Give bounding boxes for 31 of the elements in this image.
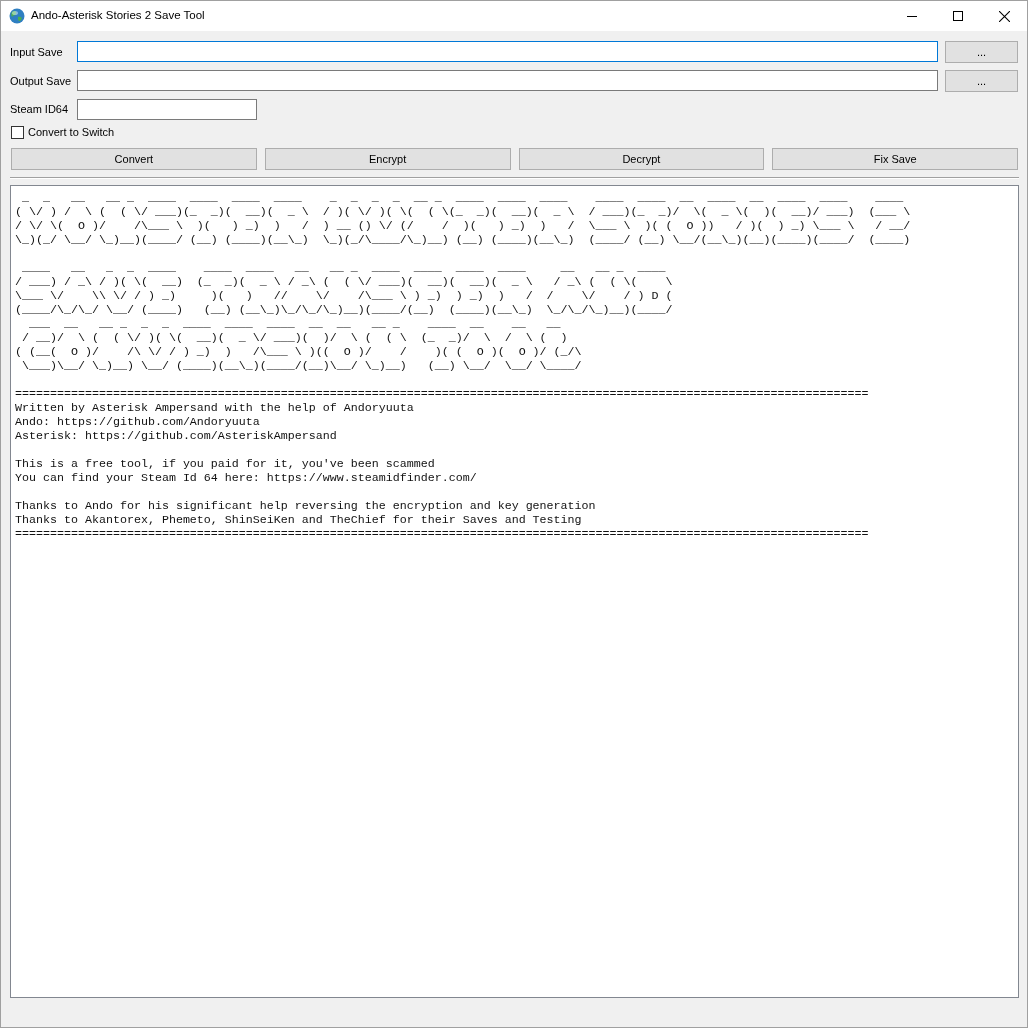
log-line: This is a free tool, if you paid for it, you've been scammed bbox=[15, 457, 435, 471]
log-line: Thanks to Akantorex, Phemeto, ShinSeiKen and TheChief for their Saves and Testing bbox=[15, 513, 582, 527]
minimize-icon bbox=[907, 15, 917, 17]
checkbox[interactable] bbox=[11, 126, 24, 139]
action-button[interactable]: Fix Save bbox=[772, 148, 1018, 170]
action-button[interactable]: Encrypt bbox=[264, 148, 511, 170]
log-line: Asterisk: https://github.com/AsteriskAmpersand bbox=[15, 429, 337, 443]
log-line: Written by Asterisk Ampersand with the help of Andoryuuta bbox=[15, 401, 414, 415]
close-icon bbox=[998, 10, 1010, 22]
window-title: Ando-Asterisk Stories 2 Save Tool bbox=[31, 8, 205, 24]
input-field[interactable] bbox=[77, 70, 938, 91]
action-button[interactable]: Decrypt bbox=[518, 148, 765, 170]
log-line: Ando: https://github.com/Andoryuuta bbox=[15, 415, 260, 429]
divider-text: ========================================================================================================================== bbox=[15, 387, 869, 401]
ascii-art-title: ____ __ _ _ ____ ____ ____ __ __ _ ____ ____ ____ ____ __ __ _ ____ / ___) / _\ / )( \( __) (_ _)( _ \ / _\ ( ( \/ ___)( __)( __)( _ \ / _\ ( ( \( \ \___ \/ \\ \/ / ) _) )( ) // \/ /\___ \ ) _) ) _) ) / / \/ / ) D ( (____/\_/\_/ \__/ (____) (__) (__\_)\_/\_/\_)__)(____/(__) (____)(__\_) \_/\_/\_)__)(____/ ___ __ __ _ _ _ ____ ____ ____ __ __ __ _ ____ __ __ __ / __)/ \ ( ( \/ )( \( __)( _ \/ ___)( )/ \ ( ( \ (_ _)/ \ / \ ( ) ( (__( O )/ /\ \/ / ) _) ) /\___ \ )(( O )/ / )( ( O )( O )/ (_/\ \___)\__/ \_)__) \__/ (____)(__\_)(____/(__)\__/ \_)__) (__) \__/ \__/ \____/ bbox=[15, 261, 673, 373]
ascii-art-title: _ _ __ __ _ ____ ____ ____ ____ _ _ _ _ __ _ ____ ____ ____ ____ ____ __ ____ __ ____ ____ ____ ( \/ ) / \ ( ( \/ ___)(_ _)( __)( _ \ / )( \/ )( \( ( \(_ _)( __)( _ \ / ___)(_ _)/ \( _ \( )( __)/ ___) (___ \ / \/ \( O )/ /\___ \ )( ) _) ) / ) __ () \/ (/ / )( ) _) ) / \___ \ )( ( O )) / )( ) _) \___ \ / __/ \_)(_/ \__/ \_)__)(____/ (__) (____)(__\_) \_)(_/\____/\_)__) (__) (____)(__\_) (____/ (__) \__/(__\_)(__)(____)(____/ (____) bbox=[15, 191, 911, 247]
log-line: You can find your Steam Id 64 here: https://www.steamidfinder.com/ bbox=[15, 471, 477, 485]
divider-text: ========================================================================================================================== bbox=[15, 527, 869, 541]
log-line: Thanks to Ando for his significant help reversing the encryption and key generation bbox=[15, 499, 596, 513]
checkbox-label[interactable]: Convert to Switch bbox=[28, 124, 115, 141]
browse-button[interactable]: ... bbox=[945, 41, 1018, 63]
browse-button[interactable]: ... bbox=[945, 70, 1018, 92]
input-field[interactable] bbox=[77, 41, 938, 62]
field-label: Steam ID64 bbox=[10, 102, 70, 118]
globe-icon bbox=[9, 8, 25, 24]
field-label: Input Save bbox=[10, 44, 64, 60]
field-label: Output Save bbox=[10, 73, 73, 89]
maximize-icon bbox=[953, 11, 963, 21]
output-textbox[interactable] bbox=[10, 185, 1019, 998]
input-field[interactable] bbox=[77, 99, 257, 120]
action-button[interactable]: Convert bbox=[11, 148, 257, 170]
